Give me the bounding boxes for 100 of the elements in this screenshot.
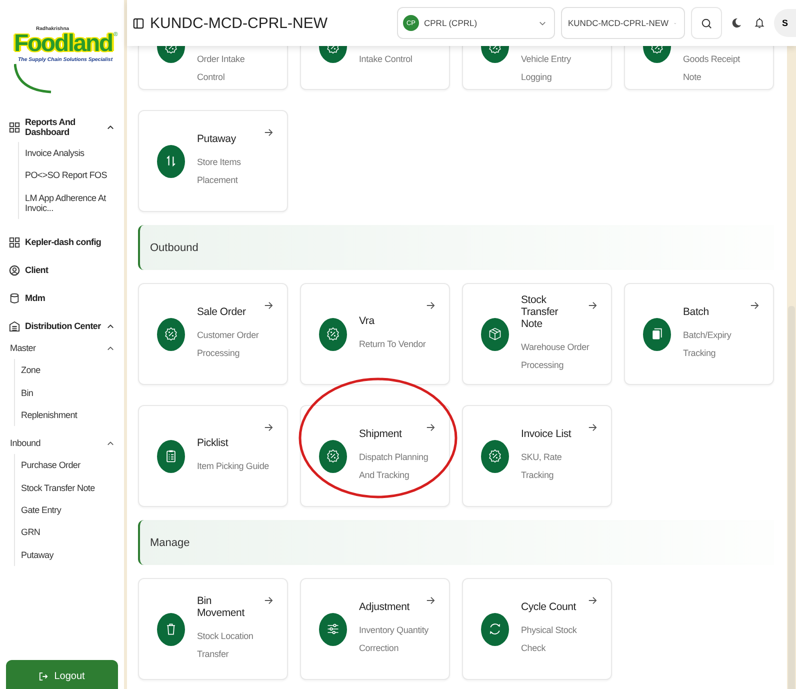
sidebar-subitem[interactable]: GRN xyxy=(15,521,118,544)
chevron-icon xyxy=(539,20,546,26)
arrow-right-icon xyxy=(264,128,273,137)
trash-icon xyxy=(157,612,185,646)
card-title: Invoice List xyxy=(521,428,572,440)
sliders-icon xyxy=(319,612,347,646)
caret-icon xyxy=(107,440,114,446)
sidebar-subitem[interactable]: Zone xyxy=(15,359,118,382)
percent-icon xyxy=(157,318,185,350)
module-card[interactable]: Cycle Count Physical Stock Check xyxy=(462,578,612,680)
card-title: Vra xyxy=(359,315,376,327)
percent-icon xyxy=(481,440,509,472)
card-title: Cycle Count xyxy=(521,601,578,613)
notification-bell-icon[interactable] xyxy=(754,17,765,29)
cycle-icon xyxy=(481,612,509,646)
module-card[interactable]: Batch Batch/Expiry Tracking xyxy=(624,283,774,385)
module-card[interactable]: Intake Control xyxy=(300,46,450,90)
card-subtitle: Warehouse Order Processing xyxy=(521,341,590,372)
module-card[interactable]: Shipment Dispatch Planning And Tracking xyxy=(300,405,450,507)
copy-icon xyxy=(643,318,671,350)
sidebar-subitem[interactable]: LM App Adherence At Invoic... xyxy=(19,186,118,220)
module-card[interactable]: Bin Movement Stock Location Transfer xyxy=(138,578,288,680)
sidebar-subitem[interactable]: Bin xyxy=(15,382,118,404)
percent-icon xyxy=(319,318,347,350)
card-title: Picklist xyxy=(197,437,230,449)
logo-name: Foodland xyxy=(14,32,112,56)
arrow-right-icon xyxy=(264,596,273,605)
sidebar-group[interactable]: Master xyxy=(10,343,118,354)
module-card[interactable]: Invoice List SKU, Rate Tracking xyxy=(462,405,612,507)
arrow-right-icon xyxy=(588,423,597,432)
clipboard-icon xyxy=(157,440,185,472)
sidebar-subitem[interactable]: Invoice Analysis xyxy=(19,142,118,164)
card-subtitle: Store Items Placement xyxy=(197,156,242,187)
arrow-right-icon xyxy=(588,596,597,605)
arrow-right-icon xyxy=(588,301,597,310)
card-subtitle: Dispatch Planning And Tracking xyxy=(359,451,430,482)
module-card[interactable]: Goods Receipt Note xyxy=(624,46,774,90)
sidebar-subitem[interactable]: Gate Entry xyxy=(15,499,118,522)
card-title: Adjustment xyxy=(359,601,411,613)
box-icon xyxy=(481,318,509,350)
sidebar-item[interactable]: Reports And Dashboard xyxy=(9,116,118,138)
caret-icon xyxy=(107,124,114,130)
card-subtitle: Inventory Quantity Correction xyxy=(359,624,430,655)
sidebar-item[interactable]: Distribution Center xyxy=(9,315,118,338)
arrow-right-icon xyxy=(426,596,435,605)
card-title: Shipment xyxy=(359,428,403,440)
card-subtitle: Customer Order Processing xyxy=(197,329,260,360)
swoosh-icon xyxy=(14,62,53,94)
card-subtitle: Order Intake Control xyxy=(197,53,246,84)
card-subtitle: Batch/Expiry Tracking xyxy=(683,329,732,360)
card-subtitle: Vehicle Entry Logging xyxy=(521,53,572,84)
arrow-right-icon xyxy=(426,301,435,310)
building-icon xyxy=(9,320,20,332)
sidebar-item[interactable]: Client xyxy=(9,259,118,282)
sidebar-subitem[interactable]: Replenishment xyxy=(15,404,118,426)
percent-icon xyxy=(319,440,347,472)
sidebar-subitem[interactable]: Putaway xyxy=(15,544,118,566)
card-subtitle: Stock Location Transfer xyxy=(197,630,254,661)
logout-button[interactable]: Logout xyxy=(6,660,118,689)
grid-icon xyxy=(9,236,20,248)
module-card[interactable]: Adjustment Inventory Quantity Correction xyxy=(300,578,450,680)
sidebar-group[interactable]: Inbound xyxy=(10,438,118,448)
card-title: Bin Movement xyxy=(197,595,246,619)
module-card[interactable]: Vra Return To Vendor xyxy=(300,283,450,385)
module-card[interactable]: Putaway Store Items Placement xyxy=(138,110,288,212)
arrow-right-icon xyxy=(426,423,435,432)
sidebar-subitem[interactable]: Purchase Order xyxy=(15,454,118,477)
sidebar-toggle-icon[interactable] xyxy=(133,18,144,28)
user-icon xyxy=(9,264,20,276)
database-icon xyxy=(9,292,20,304)
sidebar-subitem[interactable]: PO<>SO Report FOS xyxy=(19,164,118,187)
card-subtitle: Goods Receipt Note xyxy=(683,53,741,84)
card-title: Sale Order xyxy=(197,306,247,318)
scrollbar[interactable] xyxy=(787,46,796,689)
sidebar-item[interactable]: Mdm xyxy=(9,287,118,310)
caret-icon xyxy=(107,324,114,329)
caret-icon xyxy=(107,346,114,351)
module-card[interactable]: Vehicle Entry Logging xyxy=(462,46,612,90)
logout-icon xyxy=(39,672,48,681)
sidebar-subitem[interactable]: Stock Transfer Note xyxy=(15,476,118,500)
grid-icon xyxy=(9,122,20,132)
page-title: KUNDC-MCD-CPRL-NEW xyxy=(150,14,328,32)
module-card[interactable]: Picklist Item Picking Guide xyxy=(138,405,288,507)
moon-icon[interactable] xyxy=(731,17,742,29)
user-avatar[interactable]: S xyxy=(774,9,796,37)
card-subtitle: Physical Stock Check xyxy=(521,624,578,655)
module-card[interactable]: Stock Transfer Note Warehouse Order Processing xyxy=(462,283,612,385)
card-title: Stock Transfer Note xyxy=(521,294,560,330)
scrollbar-thumb[interactable] xyxy=(788,306,795,689)
card-subtitle: Return To Vendor xyxy=(359,338,426,351)
module-card[interactable]: Order Intake Control xyxy=(138,46,288,90)
sidebar-item[interactable]: Kepler-dash config xyxy=(9,231,118,254)
module-card[interactable]: Sale Order Customer Order Processing xyxy=(138,283,288,385)
arrow-right-icon xyxy=(750,301,759,310)
card-subtitle: Intake Control xyxy=(359,53,412,66)
search-icon xyxy=(701,18,712,28)
arrow-right-icon xyxy=(264,301,273,310)
search-button[interactable] xyxy=(691,7,722,39)
center-select[interactable]: KUNDC-MCD-CPRL-NEW xyxy=(561,7,685,39)
card-subtitle: SKU, Rate Tracking xyxy=(521,451,563,482)
